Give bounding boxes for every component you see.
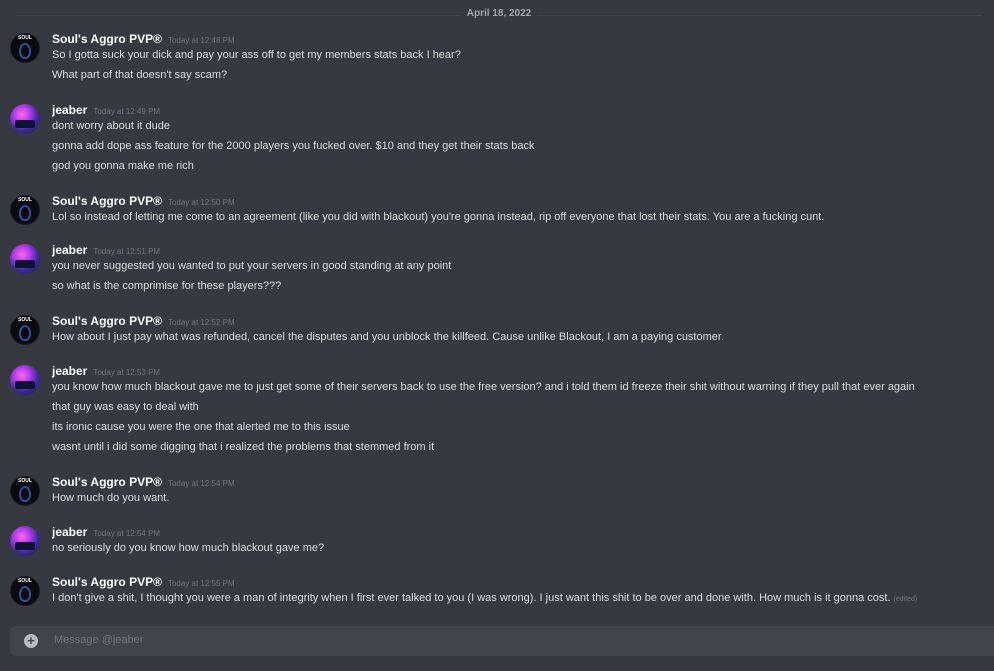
- timestamp: Today at 12:48 PM: [167, 36, 235, 45]
- message-text: god you gonna make me rich: [52, 160, 194, 172]
- author-name[interactable]: Soul's Aggro PVP®: [52, 575, 162, 589]
- avatar[interactable]: [10, 526, 40, 556]
- message-text: its ironic cause you were the one that a…: [52, 421, 350, 433]
- avatar[interactable]: [10, 244, 40, 274]
- message-text: gonna add dope ass feature for the 2000 …: [52, 140, 535, 152]
- timestamp: Today at 12:50 PM: [167, 198, 235, 207]
- timestamp: Today at 12:52 PM: [167, 318, 235, 327]
- avatar[interactable]: SOUL: [10, 33, 40, 63]
- message-text: How about I just pay what was refunded, …: [52, 331, 724, 343]
- message-text: I don't give a shit, I thought you were …: [52, 592, 917, 604]
- author-name[interactable]: Soul's Aggro PVP®: [52, 32, 162, 46]
- timestamp: Today at 12:54 PM: [93, 529, 161, 538]
- avatar[interactable]: SOUL: [10, 315, 40, 345]
- message-text: wasnt until i did some digging that i re…: [52, 441, 435, 453]
- avatar[interactable]: [10, 104, 40, 134]
- timestamp: Today at 12:54 PM: [167, 479, 235, 488]
- author-name[interactable]: jeaber: [52, 103, 87, 117]
- message-text: So I gotta suck your dick and pay your a…: [52, 49, 461, 61]
- avatar[interactable]: [10, 365, 40, 395]
- edited-label: (edited): [893, 596, 918, 603]
- author-name[interactable]: Soul's Aggro PVP®: [52, 314, 162, 328]
- message-text: that guy was easy to deal with: [52, 401, 199, 413]
- plus-circle-icon[interactable]: +: [24, 634, 38, 648]
- message-text-content: I don't give a shit, I thought you were …: [52, 592, 891, 604]
- author-name[interactable]: jeaber: [52, 364, 87, 378]
- message-text: What part of that doesn't say scam?: [52, 69, 228, 81]
- timestamp: Today at 12:49 PM: [93, 107, 161, 116]
- date-divider: April 18, 2022: [16, 8, 982, 19]
- message-text: so what is the comprimise for these play…: [52, 280, 282, 292]
- avatar[interactable]: SOUL: [10, 195, 40, 225]
- author-name[interactable]: jeaber: [52, 243, 87, 257]
- author-name[interactable]: jeaber: [52, 525, 87, 539]
- author-name[interactable]: Soul's Aggro PVP®: [52, 475, 162, 489]
- message-text: you know how much blackout gave me to ju…: [52, 381, 915, 393]
- message-input-bar[interactable]: + Message @jeaber: [10, 626, 994, 656]
- message-text: you never suggested you wanted to put yo…: [52, 260, 452, 272]
- date-divider-label: April 18, 2022: [460, 8, 538, 19]
- message-text: How much do you want.: [52, 492, 170, 504]
- message-text: Lol so instead of letting me come to an …: [52, 211, 825, 223]
- avatar[interactable]: SOUL: [10, 476, 40, 506]
- timestamp: Today at 12:53 PM: [93, 368, 161, 377]
- avatar[interactable]: SOUL: [10, 576, 40, 606]
- message-text: dont worry about it dude: [52, 120, 171, 132]
- message-text: no seriously do you know how much blacko…: [52, 542, 325, 554]
- timestamp: Today at 12:51 PM: [93, 247, 161, 256]
- message-input[interactable]: Message @jeaber: [54, 634, 143, 646]
- timestamp: Today at 12:55 PM: [167, 579, 235, 588]
- author-name[interactable]: Soul's Aggro PVP®: [52, 194, 162, 208]
